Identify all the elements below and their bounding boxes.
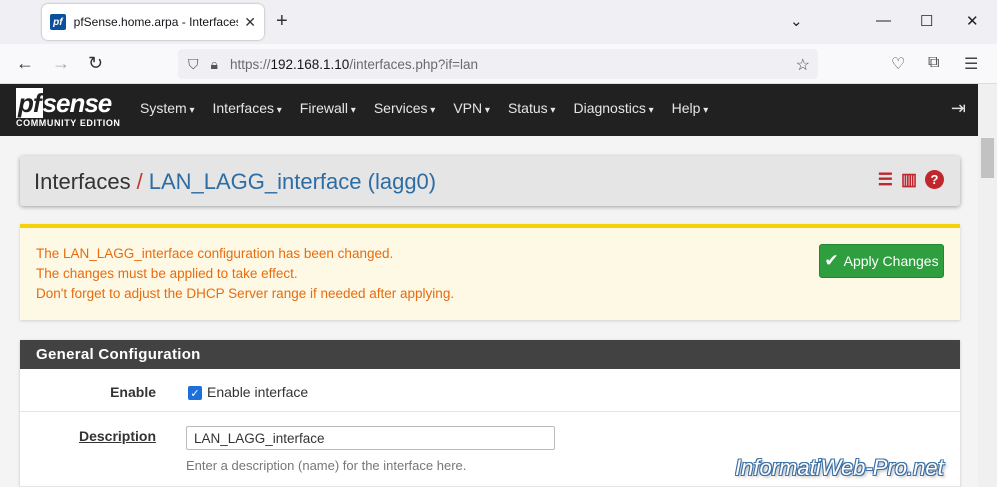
description-input[interactable] bbox=[186, 426, 555, 450]
breadcrumb: Interfaces / LAN_LAGG_interface (lagg0) ☰ … bbox=[20, 156, 960, 206]
window-close-icon[interactable]: ✕ bbox=[966, 12, 979, 30]
forward-arrow-icon[interactable]: → bbox=[52, 53, 70, 74]
page-scrollbar[interactable] bbox=[978, 136, 997, 487]
apply-changes-button[interactable]: ✔ Apply Changes bbox=[819, 244, 944, 278]
breadcrumb-actions: ☰ ▥ ? bbox=[878, 170, 944, 190]
page-content: Interfaces / LAN_LAGG_interface (lagg0) ☰ … bbox=[0, 136, 978, 487]
menu-services[interactable]: Services bbox=[374, 100, 436, 116]
breadcrumb-root[interactable]: Interfaces bbox=[34, 169, 131, 194]
menu-vpn[interactable]: VPN bbox=[453, 100, 490, 116]
browser-tabstrip: pf pfSense.home.arpa - Interfaces: LAN_L… bbox=[0, 0, 997, 44]
pfsense-favicon-icon: pf bbox=[50, 14, 66, 30]
help-icon[interactable]: ? bbox=[925, 170, 944, 189]
url-bar[interactable]: ⛉ 🔒︎ https://192.168.1.10/interfaces.php… bbox=[178, 49, 818, 79]
enable-label: Enable bbox=[110, 384, 156, 400]
apply-changes-label: Apply Changes bbox=[843, 253, 939, 269]
menu-diagnostics[interactable]: Diagnostics bbox=[573, 100, 653, 116]
hamburger-menu-icon[interactable]: ☰ bbox=[964, 54, 978, 74]
logout-icon[interactable]: ⇥ bbox=[951, 98, 966, 119]
close-icon[interactable]: ✕ bbox=[244, 14, 256, 31]
browser-tab[interactable]: pf pfSense.home.arpa - Interfaces: LAN_L… bbox=[42, 4, 264, 40]
alert-line: The LAN_LAGG_interface configuration has… bbox=[36, 246, 394, 261]
maximize-icon[interactable]: ☐ bbox=[920, 12, 933, 30]
alert-line: Don't forget to adjust the DHCP Server r… bbox=[36, 286, 455, 301]
scrollbar-thumb[interactable] bbox=[981, 138, 994, 178]
chevron-down-icon[interactable]: ⌄ bbox=[790, 12, 803, 30]
main-menu: System Interfaces Firewall Services VPN … bbox=[140, 100, 726, 116]
minimize-icon[interactable]: — bbox=[876, 12, 891, 29]
description-help: Enter a description (name) for the inter… bbox=[186, 458, 467, 473]
menu-firewall[interactable]: Firewall bbox=[300, 100, 356, 116]
pocket-icon[interactable]: ♡ bbox=[891, 54, 905, 74]
watermark: InformatiWeb-Pro.net bbox=[735, 455, 944, 480]
enable-checkbox-label[interactable]: Enable interface bbox=[207, 384, 308, 400]
lock-icon[interactable]: 🔒︎ bbox=[211, 56, 218, 73]
page-title: Interfaces / LAN_LAGG_interface (lagg0) bbox=[34, 169, 436, 195]
pfsense-header: pfsense COMMUNITY EDITION System Interfa… bbox=[0, 84, 978, 136]
warning-alert: The LAN_LAGG_interface configuration has… bbox=[20, 224, 960, 320]
shield-icon[interactable]: ⛉ bbox=[188, 56, 199, 73]
enable-row: Enable ✓ Enable interface bbox=[20, 369, 960, 412]
sliders-icon[interactable]: ☰ bbox=[878, 170, 893, 190]
tab-title: pfSense.home.arpa - Interfaces: LAN_LAGG… bbox=[73, 15, 239, 29]
star-icon[interactable]: ☆ bbox=[796, 55, 810, 75]
scrollbar-top bbox=[978, 84, 997, 136]
breadcrumb-current[interactable]: LAN_LAGG_interface (lagg0) bbox=[149, 169, 436, 194]
check-icon: ✔ bbox=[824, 251, 839, 270]
pfsense-logo[interactable]: pfsense COMMUNITY EDITION bbox=[16, 88, 121, 128]
breadcrumb-separator: / bbox=[136, 169, 143, 194]
extensions-icon[interactable]: ⧉ bbox=[928, 54, 939, 72]
section-title: General Configuration bbox=[20, 340, 960, 369]
description-label: Description bbox=[78, 428, 156, 444]
menu-help[interactable]: Help bbox=[672, 100, 709, 116]
menu-interfaces[interactable]: Interfaces bbox=[213, 100, 282, 116]
alert-line: The changes must be applied to take effe… bbox=[36, 266, 298, 281]
url-text: https://192.168.1.10/interfaces.php?if=l… bbox=[229, 56, 479, 72]
enable-checkbox[interactable]: ✓ bbox=[188, 386, 202, 400]
back-arrow-icon[interactable]: ← bbox=[16, 53, 34, 74]
plus-icon[interactable]: + bbox=[276, 10, 288, 33]
menu-system[interactable]: System bbox=[140, 100, 195, 116]
browser-navbar: ← → ↻ ⛉ 🔒︎ https://192.168.1.10/interfac… bbox=[0, 44, 997, 84]
menu-status[interactable]: Status bbox=[508, 100, 556, 116]
reload-icon[interactable]: ↻ bbox=[88, 53, 103, 74]
bar-chart-icon[interactable]: ▥ bbox=[901, 170, 917, 190]
